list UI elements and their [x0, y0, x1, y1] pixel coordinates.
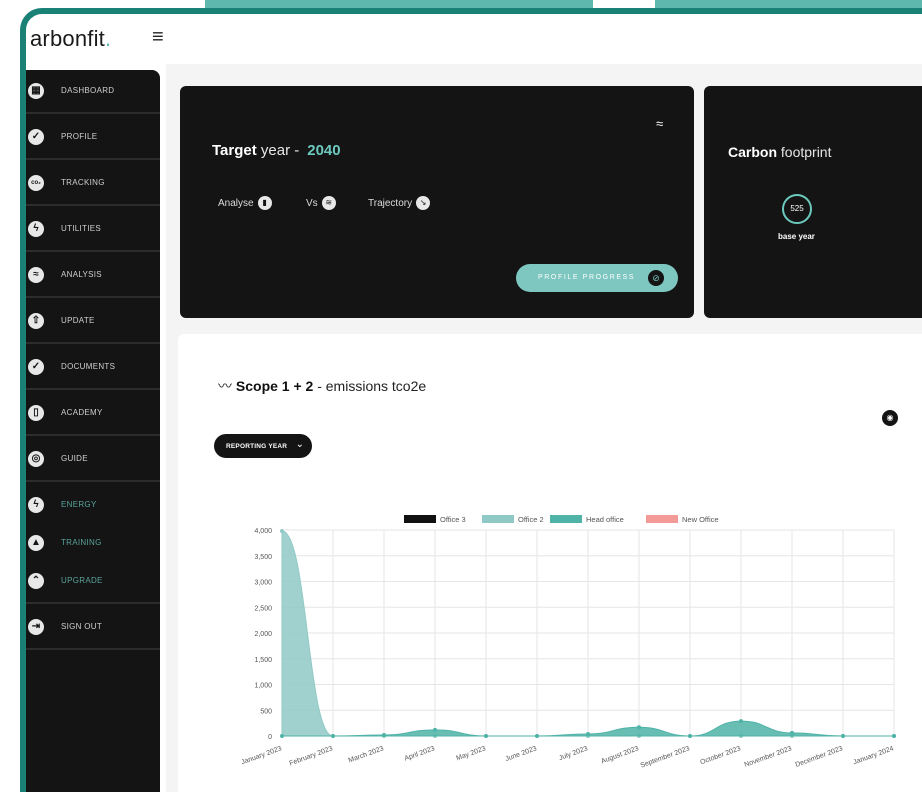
profile-progress-button[interactable]: PROFILE PROGRESS ⊘	[516, 264, 678, 292]
trajectory-icon: ↘	[416, 196, 431, 210]
sidebar-item-guide[interactable]: ◎ GUIDE	[26, 438, 160, 482]
y-tick-label: 0	[268, 734, 272, 741]
base-year-caption: base year	[778, 232, 815, 241]
carbon-footprint-card: Carbon footprint 525 base year	[704, 86, 922, 318]
scope-emissions-panel: 〰 Scope 1 + 2 - emissions tco2e ◉ REPORT…	[178, 334, 922, 792]
app-window: arbonfit. ≡ ▦ DASHBOARD ✓ PROFILE co₂ TRACK…	[20, 8, 922, 792]
legend-swatch	[646, 515, 678, 523]
x-tick-label: December 2023	[794, 745, 843, 769]
legend-swatch	[404, 515, 436, 523]
co2-icon: co₂	[28, 175, 44, 191]
trend-icon[interactable]: ≈	[656, 116, 672, 132]
sidebar-item-documents[interactable]: ✓ DOCUMENTS	[26, 346, 160, 390]
y-tick-label: 3,500	[254, 554, 272, 561]
legend-swatch	[550, 515, 582, 523]
badge-check-icon: ✓	[28, 359, 44, 375]
app-frame: arbonfit. ≡ ▦ DASHBOARD ✓ PROFILE co₂ TRACK…	[0, 0, 922, 792]
x-tick-label: October 2023	[699, 745, 741, 766]
carbon-footprint-title: Carbon footprint	[728, 144, 832, 160]
analyse-link[interactable]: Analyse ▮	[218, 196, 272, 210]
legend-label: Office 2	[518, 515, 544, 524]
sidebar-item-utilities[interactable]: ϟ UTILITIES	[26, 208, 160, 252]
sidebar-item-update[interactable]: ⇧ UPDATE	[26, 300, 160, 344]
sidebar-item-profile[interactable]: ✓ PROFILE	[26, 116, 160, 160]
data-point	[637, 725, 641, 730]
upload-icon: ⇧	[28, 313, 44, 329]
x-tick-label: February 2023	[289, 745, 334, 767]
trajectory-link[interactable]: Trajectory ↘	[368, 196, 431, 210]
data-point	[892, 734, 896, 738]
data-point	[688, 734, 692, 738]
y-tick-label: 1,000	[254, 683, 272, 690]
legend-label: New Office	[682, 515, 719, 524]
data-point	[535, 734, 539, 738]
target-year-card: ≈ Target year -2040 Analyse ▮ Vs ≋ Traject…	[180, 86, 694, 318]
bar-chart-icon: ▮	[257, 196, 272, 210]
x-tick-label: April 2023	[404, 745, 436, 762]
data-point	[433, 727, 437, 732]
x-tick-label: January 2024	[852, 745, 894, 766]
data-point	[280, 529, 284, 534]
grid-icon: ▦	[28, 83, 44, 99]
sidebar-item-dashboard[interactable]: ▦ DASHBOARD	[26, 70, 160, 114]
legend-label: Office 3	[440, 515, 466, 524]
x-tick-label: August 2023	[600, 745, 639, 765]
bolt-icon: ϟ	[28, 221, 44, 237]
data-point	[331, 734, 335, 738]
y-tick-label: 500	[260, 708, 272, 715]
x-tick-label: September 2023	[640, 745, 691, 769]
x-tick-label: January 2023	[240, 745, 282, 766]
circle-arrow-icon: ⊘	[648, 270, 664, 286]
trend-icon: ≈	[28, 267, 44, 283]
x-tick-label: May 2023	[455, 745, 486, 762]
data-point	[586, 731, 590, 736]
data-point	[841, 734, 845, 738]
graduation-icon: ▲	[28, 535, 44, 551]
top-tab-bar	[655, 0, 922, 8]
data-point	[790, 730, 794, 735]
y-tick-label: 4,000	[254, 528, 272, 535]
y-tick-label: 2,000	[254, 631, 272, 638]
carbon-value-ring: 525	[782, 194, 812, 224]
bolt-icon: ϟ	[28, 497, 44, 513]
x-tick-label: November 2023	[743, 745, 792, 769]
x-tick-label: March 2023	[348, 745, 385, 764]
legend-label: Head office	[586, 515, 624, 524]
target-year-title: Target year -2040	[212, 142, 341, 159]
data-point	[280, 734, 284, 738]
sidebar-item-upgrade[interactable]: ⌃ UPGRADE	[26, 560, 160, 604]
compare-icon: ≋	[321, 196, 336, 210]
arrow-up-icon: ⌃	[28, 573, 44, 589]
shield-check-icon: ✓	[28, 129, 44, 145]
sidebar-item-tracking[interactable]: co₂ TRACKING	[26, 162, 160, 206]
brand-logo[interactable]: arbonfit.	[30, 26, 111, 52]
y-tick-label: 1,500	[254, 657, 272, 664]
data-point	[382, 732, 386, 737]
sign-out-icon: ⇥	[28, 619, 44, 635]
x-tick-label: July 2023	[558, 745, 589, 762]
legend-swatch	[482, 515, 514, 523]
emissions-chart: 0 500 1,000 1,500 2,000 2,500 3,000 3,500 4,000 J…	[240, 515, 896, 770]
y-tick-label: 3,000	[254, 580, 272, 587]
compass-icon: ◎	[28, 451, 44, 467]
sidebar-item-academy[interactable]: ▯ ACADEMY	[26, 392, 160, 436]
y-tick-label: 2,500	[254, 605, 272, 612]
sidebar-item-sign-out[interactable]: ⇥ SIGN OUT	[26, 606, 160, 650]
data-point	[484, 734, 488, 738]
data-point	[739, 719, 743, 724]
top-tab-bar	[205, 0, 593, 8]
book-icon: ▯	[28, 405, 44, 421]
hamburger-menu-icon[interactable]: ≡	[152, 26, 164, 49]
vs-link[interactable]: Vs ≋	[306, 196, 336, 210]
sidebar-item-analysis[interactable]: ≈ ANALYSIS	[26, 254, 160, 298]
sidebar: ▦ DASHBOARD ✓ PROFILE co₂ TRACKING ϟ UTILITI…	[26, 70, 160, 792]
x-tick-label: June 2023	[505, 745, 538, 763]
